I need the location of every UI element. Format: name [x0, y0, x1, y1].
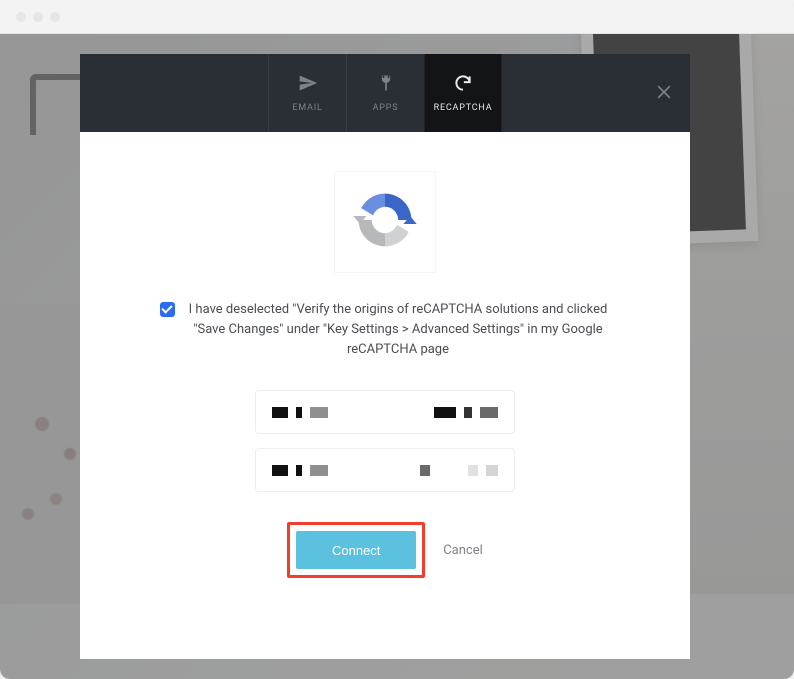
redacted-text: [434, 407, 456, 418]
tab-recaptcha[interactable]: RECAPTCHA: [424, 54, 502, 132]
redacted-text: [420, 465, 430, 476]
site-key-input[interactable]: [255, 390, 515, 434]
redacted-text: [464, 407, 472, 418]
redacted-text: [310, 465, 328, 476]
secret-key-input[interactable]: [255, 448, 515, 492]
redacted-text: [272, 465, 288, 476]
connect-button[interactable]: Connect: [296, 531, 416, 569]
button-row: Connect Cancel: [287, 522, 483, 578]
highlight-ring: Connect: [287, 522, 425, 578]
viewport: EMAIL APPS RECAPTCHA: [0, 34, 794, 679]
window-dot: [16, 12, 26, 22]
modal-tabs: EMAIL APPS RECAPTCHA: [268, 54, 502, 132]
close-button[interactable]: [654, 82, 674, 102]
consent-text: I have deselected "Verify the origins of…: [186, 300, 610, 360]
window-dot: [33, 12, 43, 22]
tab-email-label: EMAIL: [292, 103, 322, 113]
redacted-text: [486, 465, 498, 476]
consent-row: I have deselected "Verify the origins of…: [130, 300, 640, 360]
tab-apps-label: APPS: [373, 103, 399, 113]
modal-body: I have deselected "Verify the origins of…: [80, 132, 690, 659]
paper-plane-icon: [298, 73, 318, 96]
recaptcha-icon: [352, 187, 418, 257]
cancel-button[interactable]: Cancel: [443, 543, 483, 558]
redacted-text: [296, 407, 302, 418]
redacted-text: [296, 465, 302, 476]
redacted-text: [272, 407, 288, 418]
browser-titlebar: [0, 0, 794, 34]
redacted-text: [480, 407, 498, 418]
consent-checkbox[interactable]: [160, 302, 175, 317]
tab-email[interactable]: EMAIL: [268, 54, 346, 132]
modal-header: EMAIL APPS RECAPTCHA: [80, 54, 690, 132]
close-icon: [654, 87, 674, 106]
redacted-text: [468, 465, 478, 476]
refresh-icon: [453, 73, 473, 96]
browser-window: EMAIL APPS RECAPTCHA: [0, 0, 794, 679]
tab-recaptcha-label: RECAPTCHA: [434, 103, 493, 113]
redacted-text: [310, 407, 328, 418]
window-dot: [50, 12, 60, 22]
settings-modal: EMAIL APPS RECAPTCHA: [80, 54, 690, 659]
recaptcha-logo: [335, 172, 435, 272]
tab-apps[interactable]: APPS: [346, 54, 424, 132]
plug-icon: [376, 73, 396, 96]
